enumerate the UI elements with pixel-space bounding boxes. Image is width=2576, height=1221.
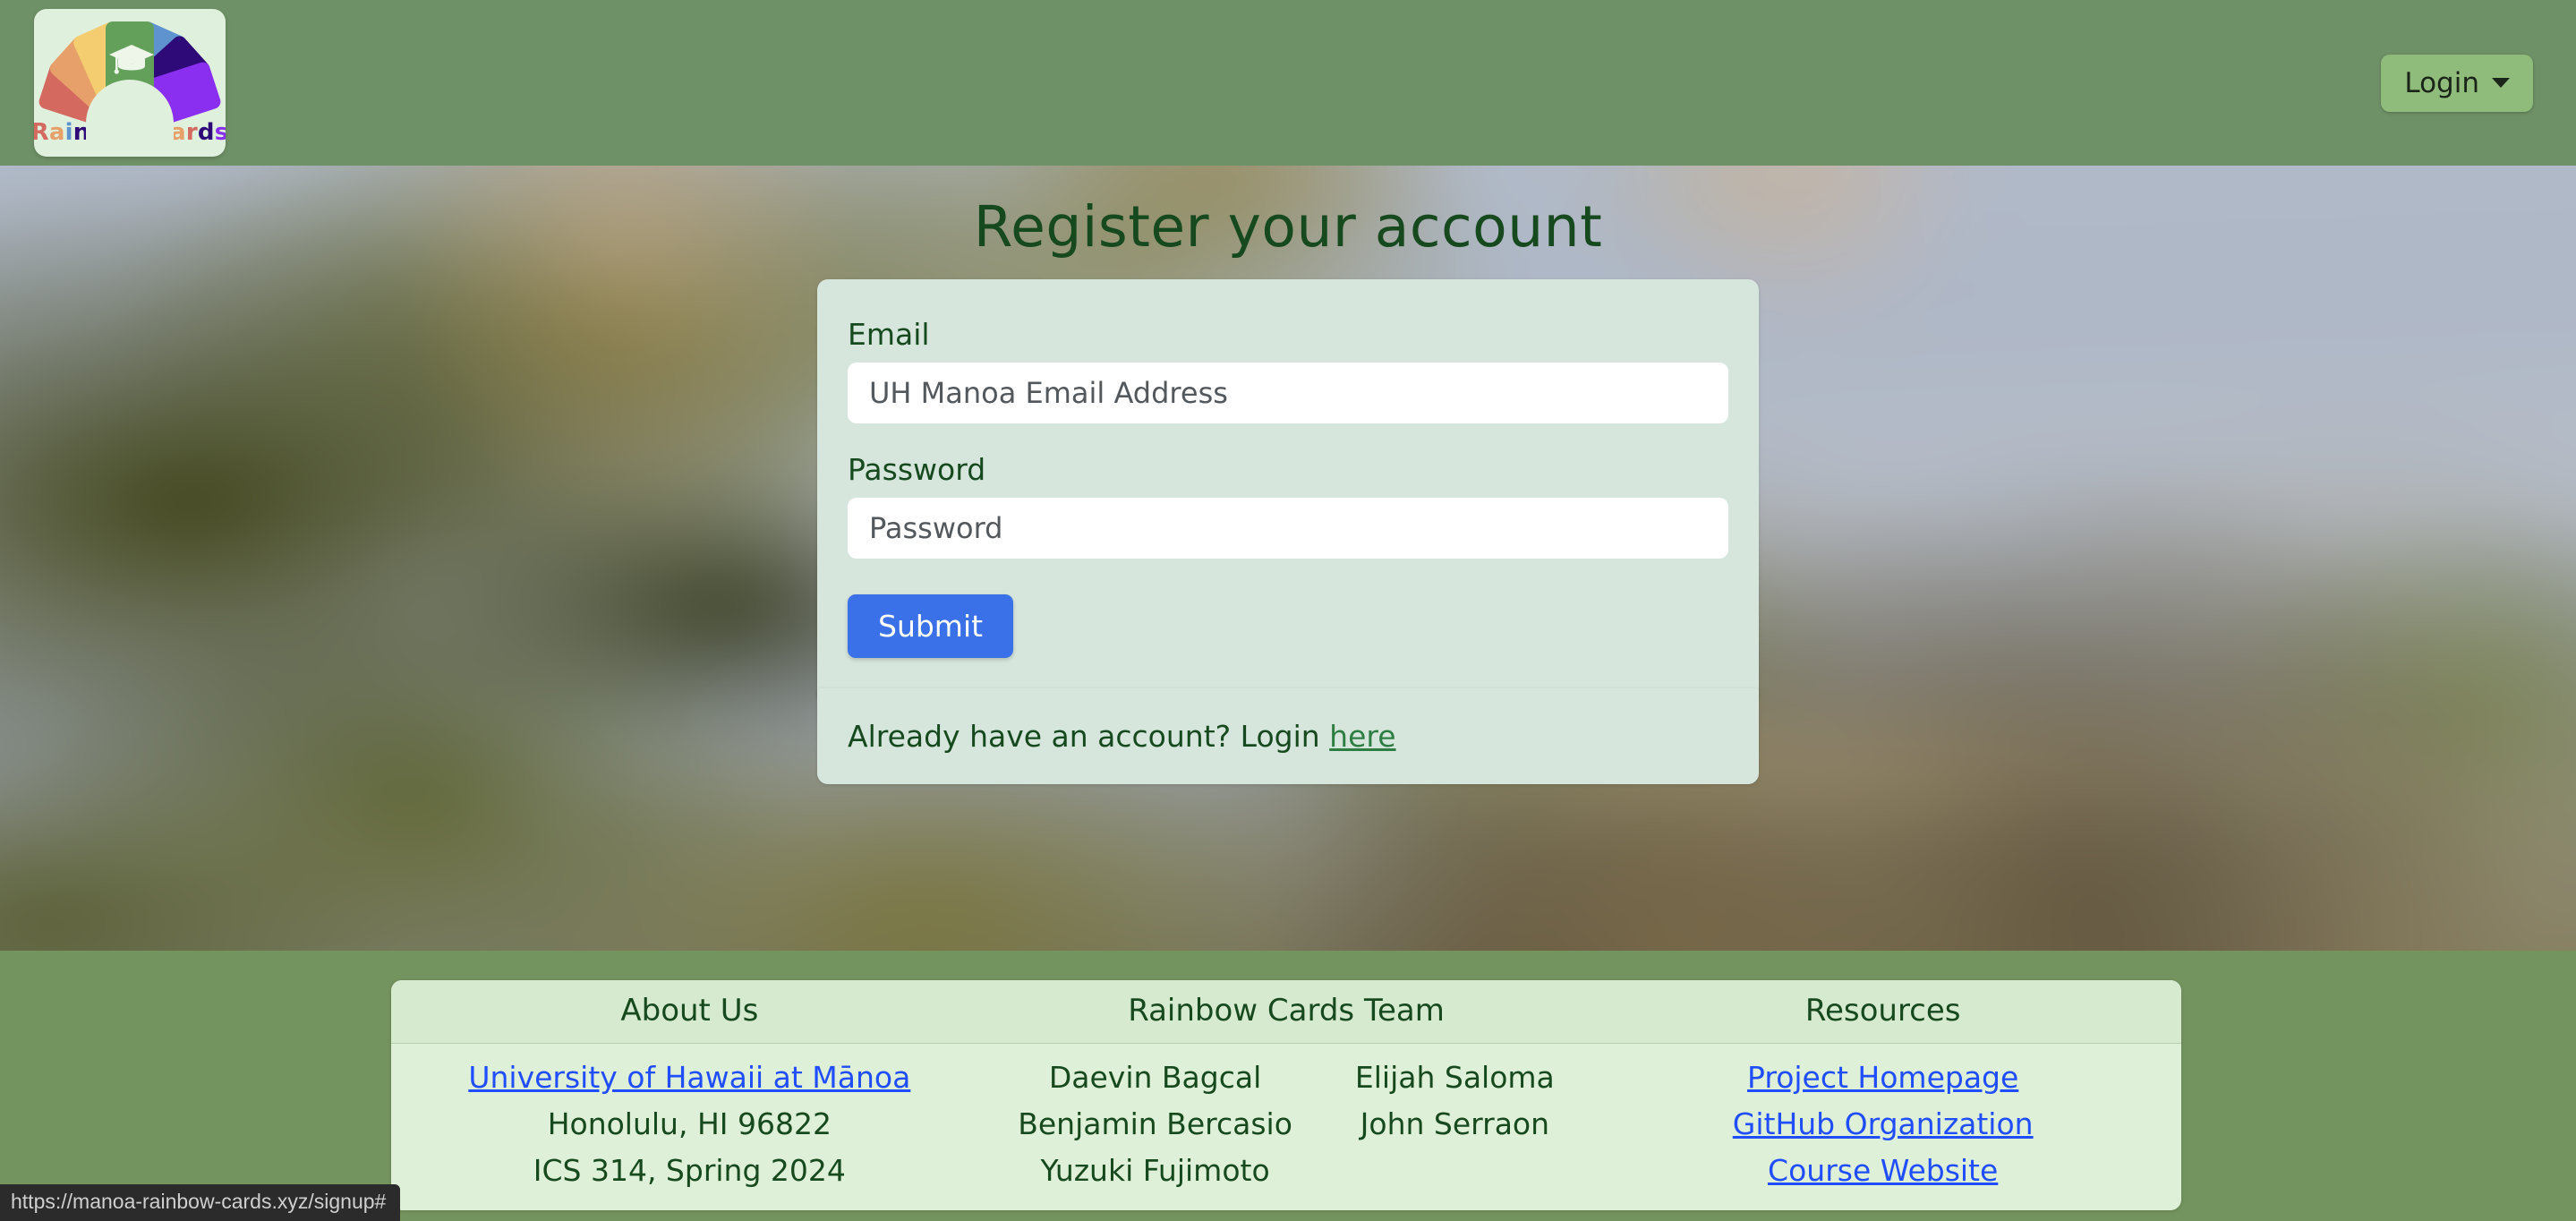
existing-account-text: Already have an account? Login [848,719,1330,754]
footer-link-github-organization[interactable]: GitHub Organization [1733,1106,2034,1141]
footer-column-about-us: University of Hawaii at Mānoa Honolulu, … [391,1054,988,1194]
existing-account-card: Already have an account? Login here [817,688,1759,784]
login-here-link[interactable]: here [1329,719,1395,754]
footer-body-row: University of Hawaii at Mānoa Honolulu, … [391,1044,2181,1210]
team-member: Yuzuki Fujimoto [1040,1153,1270,1189]
team-member: Benjamin Bercasio [1018,1106,1292,1142]
footer-headings-row: About Us Rainbow Cards Team Resources [391,980,2181,1044]
email-label: Email [848,317,930,352]
login-dropdown-button[interactable]: Login [2381,54,2533,112]
footer-column-resources: Project Homepage GitHub Organization Cou… [1584,1054,2181,1194]
footer-column-team: Daevin Bagcal Benjamin Bercasio Yuzuki F… [988,1054,1585,1194]
login-button-label: Login [2404,66,2479,99]
email-input[interactable] [848,363,1728,423]
page-title: Register your account [973,194,1603,260]
footer-text-course: ICS 314, Spring 2024 [533,1153,846,1189]
footer-heading-resources: Resources [1804,993,1961,1029]
team-member: Elijah Saloma [1354,1060,1555,1095]
email-field-group: Email [848,317,1728,423]
register-form-card: Email Password Submit [817,279,1759,699]
main-content: Register your account Email Password Sub… [0,166,2576,951]
team-member: John Serraon [1360,1106,1550,1142]
card-fan-icon [37,19,223,157]
submit-button[interactable]: Submit [848,594,1014,658]
browser-status-bar: https://manoa-rainbow-cards.xyz/signup# [0,1184,401,1221]
team-names-left: Daevin Bagcal Benjamin Bercasio Yuzuki F… [1018,1054,1292,1194]
footer-link-project-homepage[interactable]: Project Homepage [1747,1060,2018,1095]
team-member: Daevin Bagcal [1048,1060,1262,1095]
password-label: Password [848,452,986,487]
footer-link-course-website[interactable]: Course Website [1768,1153,1998,1188]
team-names-right: Elijah Saloma John Serraon [1355,1054,1555,1194]
chevron-down-icon [2492,78,2510,88]
footer-card: About Us Rainbow Cards Team Resources Un… [391,980,2181,1211]
graduation-cap-icon [109,45,154,74]
site-footer: About Us Rainbow Cards Team Resources Un… [0,951,2576,1221]
top-navbar: Rainbow Cards Login [0,0,2576,166]
password-input[interactable] [848,498,1728,559]
password-field-group: Password [848,452,1728,559]
footer-heading-about-us: About Us [620,993,759,1029]
footer-link-university[interactable]: University of Hawaii at Mānoa [468,1060,910,1095]
rainbow-cards-logo[interactable]: Rainbow Cards [34,9,226,157]
footer-heading-team: Rainbow Cards Team [1128,993,1445,1029]
footer-text-address: Honolulu, HI 96822 [547,1106,832,1142]
